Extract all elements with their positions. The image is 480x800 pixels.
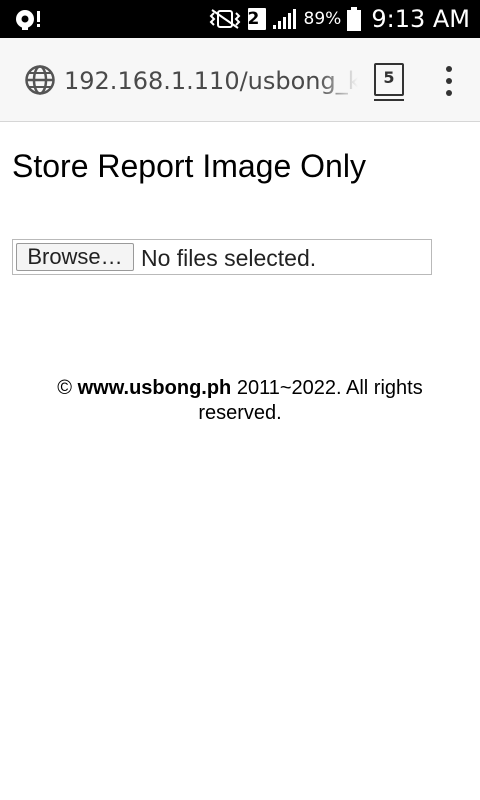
footer-site-link[interactable]: www.usbong.ph	[78, 377, 232, 399]
battery-icon	[347, 7, 362, 31]
clock: 9:13 AM	[371, 5, 470, 33]
globe-icon	[24, 64, 56, 96]
url-bar[interactable]: 192.168.1.110/usbong_kms	[64, 64, 358, 98]
footer-text: 2011~2022. All rights reserved.	[198, 377, 423, 424]
copyright-symbol: ©	[57, 377, 73, 399]
footer: © www.usbong.ph 2011~2022. All rights re…	[30, 376, 450, 426]
sim-slot-icon: 2	[247, 8, 266, 30]
overflow-menu-icon[interactable]	[436, 66, 462, 96]
battery-percent: 89%	[303, 9, 342, 29]
status-bar: 2 89% 9:13 AM	[0, 0, 480, 38]
browser-toolbar: 192.168.1.110/usbong_kms 5	[0, 38, 480, 122]
file-status-text: No files selected.	[141, 245, 317, 271]
vibrate-icon	[208, 8, 242, 30]
notification-icon	[14, 7, 44, 31]
file-input[interactable]: Browse… No files selected.	[12, 239, 432, 275]
browse-button[interactable]: Browse…	[16, 243, 134, 271]
signal-icon	[272, 8, 298, 30]
tabs-button[interactable]: 5	[373, 63, 404, 101]
page-title: Store Report Image Only	[12, 148, 366, 184]
url-fade	[318, 64, 358, 98]
